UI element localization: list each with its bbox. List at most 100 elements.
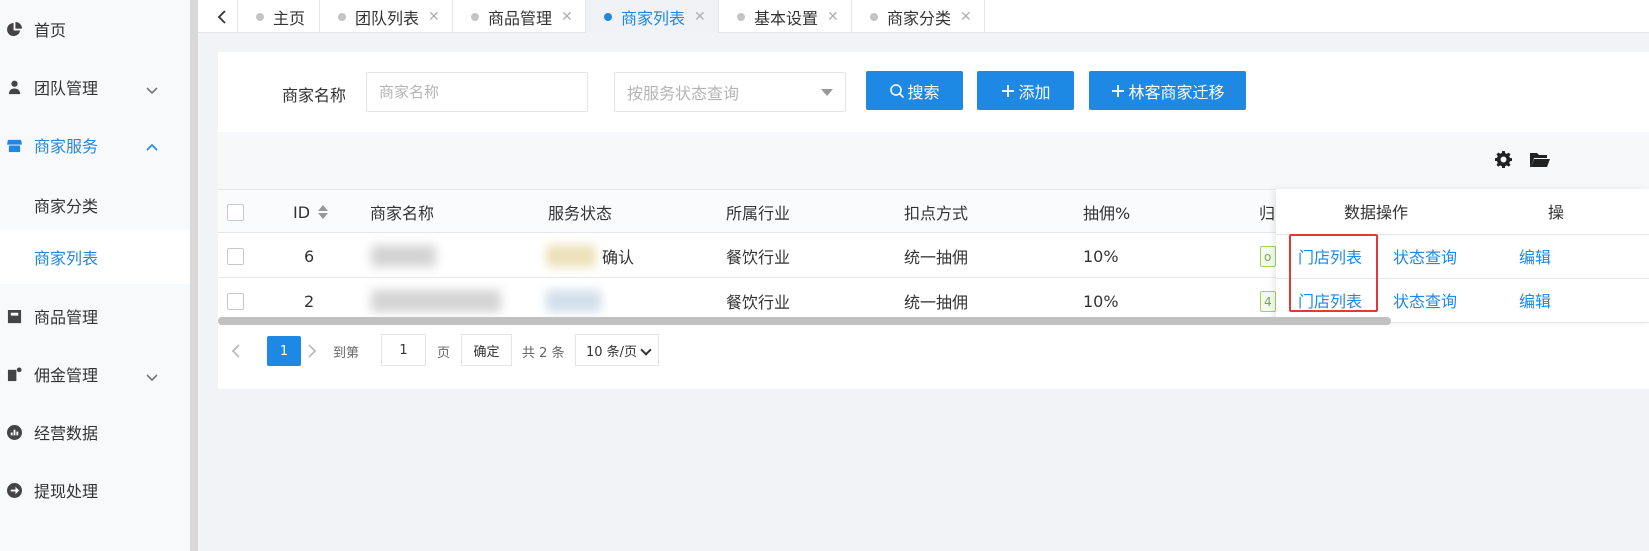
page-size-value: 10 条/页 — [586, 344, 638, 360]
plus-icon — [1002, 84, 1015, 97]
sidebar-item-label: 佣金管理 — [34, 366, 99, 385]
main-panel: 商家名称 按服务状态查询 搜索 添加 林客商家迁移 ID 商家名称 服务状态 所… — [218, 52, 1649, 389]
merchant-name-label: 商家名称 — [282, 86, 347, 105]
row-industry: 餐饮行业 — [726, 248, 791, 267]
column-header-status: 服务状态 — [548, 204, 613, 223]
sidebar-item-label: 商家分类 — [34, 197, 99, 216]
tab-dot-icon — [604, 12, 612, 21]
goto-confirm-button[interactable]: 确定 — [461, 334, 512, 366]
sort-icon[interactable] — [318, 205, 329, 219]
sidebar-item-label: 首页 — [34, 21, 67, 40]
close-icon[interactable]: ✕ — [960, 9, 972, 25]
bar-chart-icon — [6, 424, 22, 440]
migrate-merchant-button[interactable]: 林客商家迁移 — [1089, 71, 1246, 110]
sidebar-item-withdraw[interactable]: 提现处理 — [0, 463, 190, 517]
sidebar-item-business-data[interactable]: 经营数据 — [0, 405, 190, 459]
search-icon — [890, 83, 905, 98]
row-id: 6 — [304, 246, 315, 266]
sidebar-item-merchant-category[interactable]: 商家分类 — [0, 178, 190, 232]
close-icon[interactable]: ✕ — [428, 9, 440, 25]
column-header-deduction: 扣点方式 — [904, 204, 969, 223]
tab-bar: 主页 团队列表 ✕ 商品管理 ✕ 商家列表 ✕ 基本设置 ✕ 商家分类 ✕ — [198, 0, 1649, 33]
row-checkbox[interactable] — [227, 248, 244, 265]
search-button-label: 搜索 — [907, 82, 940, 102]
row-status-partial: 确认 — [602, 248, 635, 267]
edit-link[interactable]: 编辑 — [1519, 234, 1551, 278]
sidebar-item-merchant-list[interactable]: 商家列表 — [0, 230, 190, 284]
migrate-merchant-button-label: 林客商家迁移 — [1128, 82, 1225, 102]
tab-product-management[interactable]: 商品管理 ✕ — [453, 0, 586, 33]
select-all-checkbox[interactable] — [227, 204, 244, 221]
caret-down-icon — [821, 89, 833, 96]
redacted-status — [546, 245, 596, 267]
row-deduction: 统一抽佣 — [904, 248, 969, 267]
tab-label: 团队列表 — [355, 8, 420, 28]
column-header-id[interactable]: ID — [293, 190, 329, 234]
tab-dot-icon — [471, 12, 479, 21]
chevron-left-icon — [217, 9, 226, 24]
pagination: 1 到第 页 确定 共 2 条 10 条/页 — [218, 332, 1649, 372]
tab-label: 主页 — [273, 8, 306, 28]
close-icon[interactable]: ✕ — [561, 9, 573, 25]
service-status-placeholder: 按服务状态查询 — [627, 84, 740, 103]
chevron-right-icon — [308, 344, 317, 358]
status-query-link[interactable]: 状态查询 — [1393, 278, 1457, 322]
sidebar-item-label: 团队管理 — [34, 79, 99, 98]
close-icon[interactable]: ✕ — [694, 9, 706, 25]
tab-label: 商家列表 — [621, 8, 686, 28]
sidebar-item-label: 经营数据 — [34, 424, 99, 443]
column-header-name: 商家名称 — [370, 204, 435, 223]
sidebar-item-team[interactable]: 团队管理 — [0, 60, 190, 114]
row-checkbox[interactable] — [227, 293, 244, 310]
folder-open-icon[interactable] — [1530, 152, 1550, 168]
tab-team-list[interactable]: 团队列表 ✕ — [320, 0, 453, 33]
tab-label: 基本设置 — [754, 8, 819, 28]
sidebar-item-product[interactable]: 商品管理 — [0, 289, 190, 343]
sidebar-item-label: 商家服务 — [34, 137, 99, 156]
tab-dot-icon — [256, 12, 264, 21]
store-icon — [6, 137, 22, 153]
close-icon[interactable]: ✕ — [827, 9, 839, 25]
wallet-icon — [6, 366, 22, 382]
add-button[interactable]: 添加 — [977, 71, 1074, 110]
goto-page-input[interactable] — [381, 334, 426, 366]
tab-dot-icon — [338, 12, 346, 21]
sidebar-item-label: 商家列表 — [34, 249, 99, 268]
sidebar-item-label: 商品管理 — [34, 308, 99, 327]
tab-merchant-category[interactable]: 商家分类 ✕ — [852, 0, 985, 33]
edit-link[interactable]: 编辑 — [1519, 278, 1551, 322]
tab-home[interactable]: 主页 — [238, 0, 320, 33]
column-header-industry: 所属行业 — [726, 204, 791, 223]
tab-merchant-list[interactable]: 商家列表 ✕ — [586, 0, 719, 33]
row-commission: 10% — [1083, 246, 1119, 266]
gear-icon[interactable] — [1495, 151, 1512, 168]
add-button-label: 添加 — [1018, 82, 1051, 102]
page-number-current[interactable]: 1 — [267, 336, 301, 366]
sidebar: 首页 团队管理 商家服务 商家分类 商家列表 商品管理 佣金管理 经营数据 提现… — [0, 0, 190, 551]
chevron-down-icon — [640, 344, 652, 356]
row-status-tag: o — [1260, 246, 1276, 267]
sidebar-item-commission[interactable]: 佣金管理 — [0, 347, 190, 401]
service-status-select[interactable]: 按服务状态查询 — [614, 72, 846, 112]
status-query-link[interactable]: 状态查询 — [1393, 234, 1457, 278]
goto-label: 到第 — [333, 345, 360, 361]
sidebar-item-home[interactable]: 首页 — [0, 2, 190, 56]
next-page-button[interactable] — [307, 344, 319, 358]
redacted-status — [546, 290, 601, 312]
tab-scroll-left-button[interactable] — [206, 0, 238, 33]
merchant-name-input[interactable] — [366, 72, 588, 112]
horizontal-scrollbar[interactable] — [218, 317, 1391, 325]
search-button[interactable]: 搜索 — [866, 71, 963, 110]
user-icon — [6, 79, 22, 95]
page-unit-label: 页 — [437, 345, 451, 361]
pie-chart-icon — [6, 21, 22, 37]
chevron-down-icon — [146, 81, 158, 95]
chevron-up-icon — [146, 139, 158, 151]
chevron-left-icon — [231, 344, 240, 358]
page-size-select[interactable]: 10 条/页 — [575, 334, 659, 366]
table-toolbar — [218, 132, 1649, 189]
row-status-tag: 4 — [1260, 291, 1276, 312]
sidebar-item-merchant-service[interactable]: 商家服务 — [0, 118, 190, 172]
prev-page-button[interactable] — [231, 344, 243, 358]
tab-basic-settings[interactable]: 基本设置 ✕ — [719, 0, 852, 33]
